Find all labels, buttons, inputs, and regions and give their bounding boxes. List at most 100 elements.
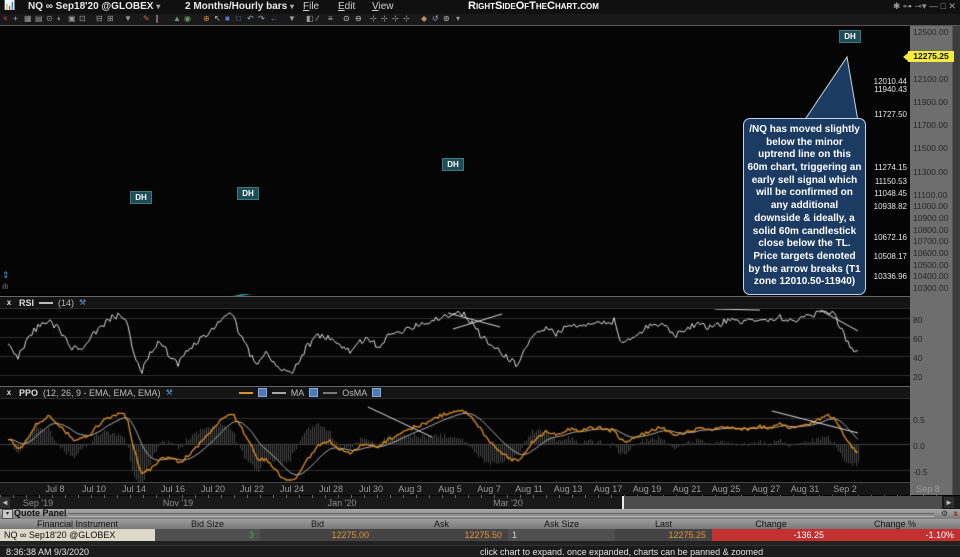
quote-column-header[interactable]: Last — [615, 519, 712, 529]
divergent-high-label: DH — [839, 30, 861, 43]
target-tool-icon[interactable]: ⊕ — [203, 14, 210, 24]
undo-icon[interactable]: ↶ — [247, 14, 254, 24]
ppo-settings-icon[interactable]: ⚒ — [166, 388, 173, 397]
polygon-tool-icon[interactable]: ◆ — [421, 14, 427, 24]
pin-icon[interactable]: ⊸▾ — [912, 1, 926, 11]
last-price-tag: 12275.25 — [903, 51, 954, 63]
redo-icon[interactable]: ↷ — [258, 14, 265, 24]
timeframe-caret-icon: ▾ — [290, 2, 295, 11]
mountain-chart-icon[interactable]: ▲ — [173, 14, 181, 24]
quote-column-header[interactable]: Change — [712, 519, 830, 529]
trendline-tool-icon[interactable]: ∕ — [317, 14, 318, 24]
rsi-axis-label: 20 — [913, 372, 923, 382]
quote-column-header[interactable]: Change % — [830, 519, 960, 529]
vertical-scrollbar[interactable] — [952, 25, 960, 495]
rsi-param: (14) — [58, 297, 75, 308]
nav-scroll-right-button[interactable]: ► — [944, 497, 954, 508]
quote-bid-cell: 12275.00 — [260, 529, 375, 541]
menu-edit[interactable]: Edit — [338, 1, 355, 12]
time-axis-label: Aug 25 — [711, 484, 741, 494]
rsi-panel-header: x RSI (14) ⚒ — [0, 296, 910, 309]
rsi-axis-label: 80 — [913, 315, 923, 325]
cursor-tool-icon[interactable]: ↖ — [214, 14, 221, 24]
restore-icon[interactable]: □ — [938, 1, 946, 11]
image-tool-icon[interactable]: ▣ — [68, 14, 76, 24]
tools-gear-icon[interactable]: ⊛ — [443, 14, 450, 24]
price-axis-label: 10400.00 — [913, 271, 949, 282]
nav-scroll-left-button[interactable]: ◄ — [0, 497, 10, 508]
split-pane-icon[interactable]: ⊟ — [96, 14, 103, 24]
grid-tool-icon[interactable]: ▦ — [24, 14, 32, 24]
link-icon[interactable]: ⊶ — [900, 1, 912, 11]
quote-column-header[interactable]: Ask — [375, 519, 508, 529]
expand-vertical-icon[interactable]: ⇕ — [2, 270, 10, 281]
time-axis-label: Jul 30 — [358, 484, 384, 494]
quote-column-header[interactable]: Financial Instrument — [0, 519, 155, 529]
price-axis-label: 10300.00 — [913, 282, 949, 293]
price-axis-label: 11700.00 — [913, 120, 948, 131]
analyst-callout-note[interactable]: /NQ has moved slightly below the minor u… — [743, 118, 866, 295]
delete-tool-icon[interactable]: × — [3, 14, 8, 24]
refresh-icon[interactable]: ↺ — [432, 14, 439, 24]
time-axis-label: Jul 10 — [81, 484, 107, 494]
box-outline-tool-icon[interactable]: □ — [236, 14, 241, 24]
more-tools-caret[interactable]: ▾ — [456, 14, 460, 24]
quote-panel-settings-icon[interactable]: ⚙ — [941, 509, 948, 519]
quote-panel-collapse-button[interactable]: ▾ — [2, 509, 13, 519]
fit-icon[interactable]: ⊹ — [403, 14, 410, 24]
price-axis-label: 10800.00 — [913, 224, 949, 235]
quote-panel-close-icon[interactable]: x — [954, 509, 958, 519]
globe-icon[interactable]: ◉ — [184, 14, 191, 24]
zoom-in-icon[interactable]: ⊙ — [343, 14, 350, 24]
filter-funnel-icon[interactable]: ▼ — [288, 14, 296, 24]
close-icon[interactable]: ✕ — [946, 1, 956, 11]
print-tool-icon[interactable]: ⊙ — [46, 14, 53, 24]
quote-ask-cell: 12275.50 — [375, 529, 508, 541]
site-watermark: RightSideOfTheChart.com — [468, 0, 599, 12]
crosshair-tool-icon[interactable]: + — [13, 14, 18, 24]
quote-change-cell: -136.25 — [712, 529, 830, 541]
zoom-out-icon[interactable]: ⊖ — [355, 14, 362, 24]
price-axis-label: 12500.00 — [913, 27, 949, 37]
quote-column-header[interactable]: Bid Size — [155, 519, 260, 529]
price-axis-label: 10900.00 — [913, 213, 949, 224]
chart-style-icon[interactable]: ◧ — [306, 14, 314, 24]
ppo-ma-checkbox[interactable] — [309, 388, 319, 397]
timeframe-selector[interactable]: 2 Months/Hourly bars ▾ — [185, 1, 294, 12]
parallel-lines-tool-icon[interactable]: ≡ — [328, 14, 333, 24]
menu-view[interactable]: View — [372, 1, 394, 12]
time-axis[interactable]: Jul 8 Jul 10 Jul 14 Jul 16 Jul 20 Jul 22 Jul 2… — [0, 482, 940, 496]
quote-column-header[interactable]: Ask Size — [508, 519, 615, 529]
menu-file[interactable]: File — [303, 1, 319, 12]
quote-table-row[interactable]: NQ ∞ Sep18'20 @GLOBEX 3 12275.00 12275.50 1 1… — [0, 529, 960, 541]
ppo-osma-checkbox[interactable] — [372, 388, 382, 397]
range-navigator-viewport[interactable] — [622, 496, 942, 509]
theme-tool-icon[interactable]: ◐ — [57, 14, 62, 24]
ppo-close-button[interactable]: x — [4, 388, 14, 397]
time-axis-label: Aug 31 — [790, 484, 820, 494]
symbol-selector[interactable]: NQ ∞ Sep18'20 @GLOBEX ▾ — [28, 1, 160, 12]
ppo-axis-label: -0.5 — [913, 467, 928, 477]
quad-pane-icon[interactable]: ⊞ — [107, 14, 114, 24]
box-tool-icon[interactable]: ■ — [225, 14, 230, 24]
rsi-close-button[interactable]: x — [4, 298, 14, 307]
draw-tool-icon[interactable]: ✎ — [143, 14, 150, 24]
expand-right-icon[interactable]: ⊹ — [381, 14, 388, 24]
quote-column-header[interactable]: Bid — [260, 519, 375, 529]
layout-tool-icon[interactable]: ▤ — [35, 14, 43, 24]
divergent-high-label: DH — [442, 158, 464, 171]
window-controls: ✱ ⊶ ⊸▾ — □ ✕ — [893, 1, 956, 12]
minimize-icon[interactable]: — — [927, 1, 938, 11]
bars-tool-icon[interactable]: ∥ — [155, 14, 159, 24]
pan-icon[interactable]: ⊹ — [392, 14, 399, 24]
title-bar: 📊 NQ ∞ Sep18'20 @GLOBEX ▾ 2 Months/Hourl… — [0, 0, 960, 14]
time-axis-label: Aug 3 — [398, 484, 422, 494]
back-icon[interactable]: ← — [270, 14, 278, 24]
expand-left-icon[interactable]: ⊹ — [370, 14, 377, 24]
price-axis-label: 10600.00 — [913, 247, 949, 258]
snapshot-tool-icon[interactable]: ⊡ — [79, 14, 86, 24]
ppo-line-checkbox[interactable] — [257, 388, 267, 397]
timeframe-label: 2 Months/Hourly bars — [185, 1, 288, 12]
rsi-settings-icon[interactable]: ⚒ — [79, 298, 86, 307]
dropdown-icon[interactable]: ▼ — [124, 14, 132, 24]
